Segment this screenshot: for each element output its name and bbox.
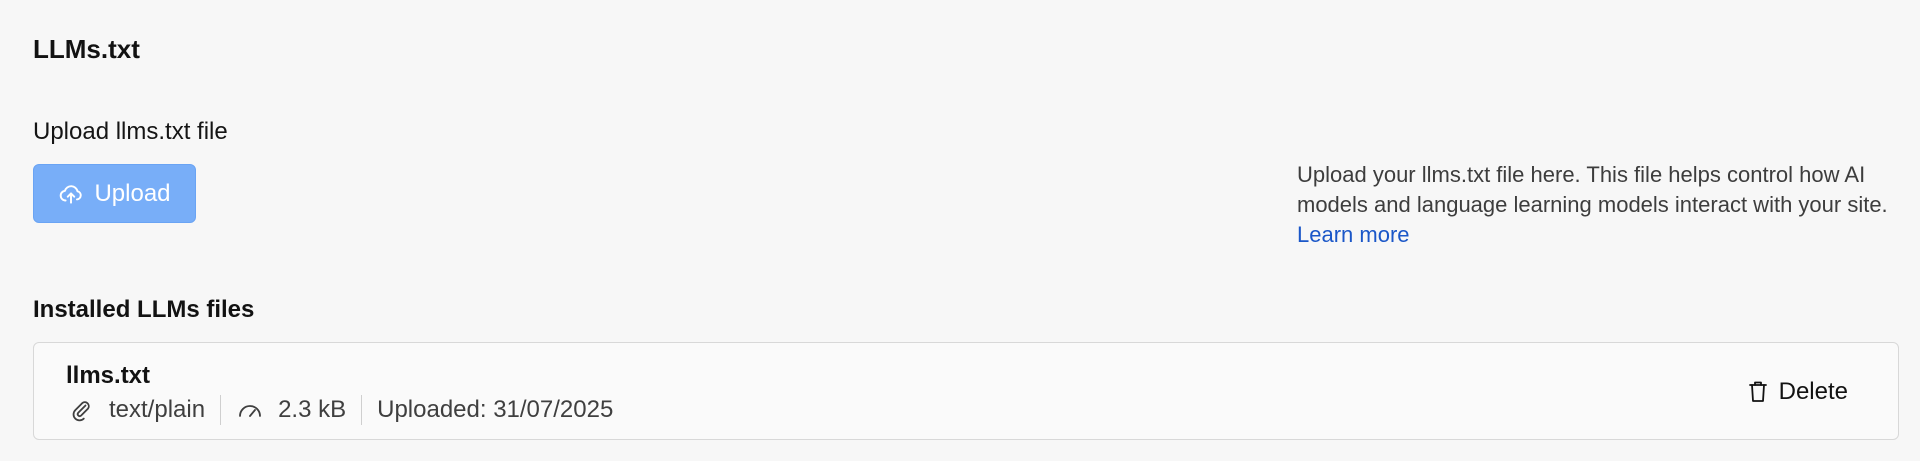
file-size-value: 2.3 kB [278,396,347,423]
paperclip-icon [67,396,95,424]
gauge-icon [236,396,264,424]
file-card: llms.txt text/plain 2.3 kB Uploaded: 31/… [33,342,1899,440]
upload-button-label: Upload [94,179,171,207]
upload-label: Upload llms.txt file [33,118,228,145]
learn-more-link[interactable]: Learn more [1297,222,1410,247]
file-uploaded: Uploaded: 31/07/2025 [377,393,613,427]
cloud-upload-icon [58,181,84,207]
meta-divider [220,395,222,425]
file-uploaded-value: Uploaded: 31/07/2025 [377,396,614,423]
delete-button-label: Delete [1778,378,1848,405]
help-description: Upload your llms.txt file here. This fil… [1297,162,1888,217]
section-title: LLMs.txt [33,34,140,64]
trash-icon [1747,379,1769,405]
file-name: llms.txt [66,362,151,389]
meta-divider [361,395,363,425]
llms-settings-page: LLMs.txt Upload llms.txt file Upload Upl… [0,0,1920,461]
upload-help-text: Upload your llms.txt file here. This fil… [1297,160,1897,250]
installed-files-title: Installed LLMs files [33,296,255,323]
file-type: text/plain [67,393,205,427]
upload-button[interactable]: Upload [33,164,196,223]
file-meta: text/plain 2.3 kB Uploaded: 31/07/2025 [67,393,613,427]
file-size: 2.3 kB [236,393,346,427]
delete-button[interactable]: Delete [1747,378,1848,406]
file-type-value: text/plain [109,396,206,423]
